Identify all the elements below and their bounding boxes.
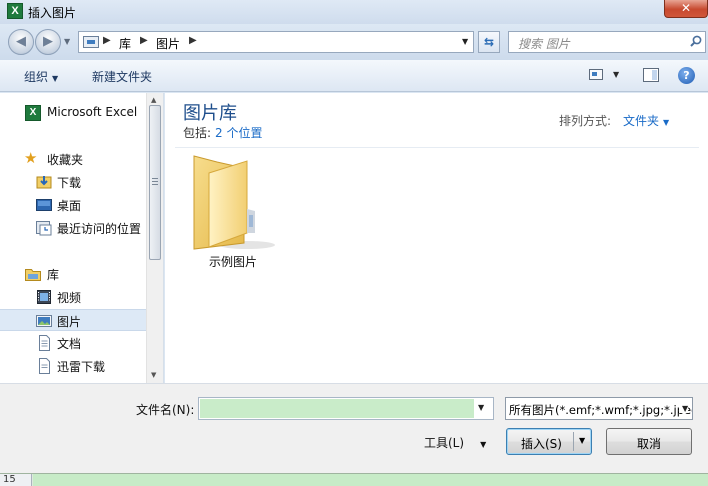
sidebar-item-pictures[interactable]: 图片 (0, 309, 146, 331)
chevron-down-icon: ▼ (52, 74, 59, 83)
download-icon (36, 176, 52, 189)
cancel-label: 取消 (636, 437, 661, 451)
address-bar[interactable]: ▶ 库 ▶ 图片 ▶ ▼ (78, 31, 474, 53)
sidebar-item-libraries[interactable]: 库 (0, 263, 146, 285)
folder-name: 示例图片 (208, 255, 257, 269)
refresh-button[interactable]: ⇆ (478, 31, 500, 53)
back-button[interactable]: ◀ (8, 29, 34, 55)
list-item[interactable]: 示例图片 (189, 153, 277, 271)
window-title: 插入图片 (28, 6, 77, 20)
arrange-by-label: 排列方式: (559, 114, 612, 128)
breadcrumb-pictures[interactable]: 图片 (156, 35, 180, 52)
filename-label: 文件名(N): (136, 403, 195, 417)
forward-button[interactable]: ▶ (35, 29, 61, 55)
sidebar-item-label: 库 (47, 268, 60, 282)
arrange-by-value: 文件夹 (623, 114, 660, 128)
change-view-icon[interactable] (589, 69, 603, 80)
row-header[interactable]: 15 (0, 474, 32, 486)
breadcrumb-libraries[interactable]: 库 (119, 35, 131, 52)
chevron-down-icon[interactable]: ▼ (679, 404, 689, 413)
spreadsheet-background: 15 (0, 473, 708, 486)
address-dropdown-icon[interactable]: ▼ (462, 37, 468, 46)
breadcrumb-separator-icon[interactable]: ▶ (140, 35, 148, 46)
command-bar: 组织 ▼ 新建文件夹 ▼ ? (0, 60, 708, 92)
sidebar-item-recent-places[interactable]: 最近访问的位置 (0, 217, 146, 239)
navigation-pane: X Microsoft Excel ★ 收藏夹 下载 桌面 最近访问的位置 库 … (0, 93, 164, 383)
sidebar-item-label: 迅雷下载 (57, 360, 106, 374)
sidebar-item-label: 图片 (57, 315, 82, 329)
search-input[interactable]: 搜索 图片 (508, 31, 706, 53)
excel-icon: X (7, 3, 23, 19)
sidebar-item-label: Microsoft Excel (47, 105, 138, 119)
file-list[interactable]: 图片库 包括: 2 个位置 排列方式: 文件夹 ▼ 示例图片 (165, 93, 708, 383)
sidebar-item-label: 桌面 (57, 199, 82, 213)
selected-row-cells[interactable] (33, 474, 708, 486)
video-icon (37, 290, 51, 304)
sidebar-item-downloads[interactable]: 下载 (0, 171, 146, 193)
tools-label: 工具(L) (424, 436, 465, 450)
divider (175, 147, 699, 148)
filename-value[interactable] (200, 399, 474, 418)
recent-places-icon (36, 221, 52, 236)
breadcrumb-separator-icon[interactable]: ▶ (189, 35, 197, 46)
filename-field[interactable]: ▼ (198, 397, 494, 420)
help-icon[interactable]: ? (678, 67, 695, 84)
recent-pages-dropdown[interactable]: ▼ (64, 37, 70, 46)
scrollbar-thumb[interactable] (149, 105, 161, 260)
chevron-down-icon[interactable]: ▼ (478, 403, 484, 412)
file-type-select[interactable]: 所有图片(*.emf;*.wmf;*.jpg;*.jpeg;*.jfif;*.p… (505, 397, 693, 420)
pictures-icon (36, 315, 52, 327)
chevron-down-icon: ▼ (480, 440, 487, 449)
tools-button[interactable]: 工具(L) ▼ (424, 434, 486, 451)
sidebar-item-documents[interactable]: 文档 (0, 332, 146, 354)
sidebar-item-videos[interactable]: 视频 (0, 286, 146, 308)
sidebar-item-label: 文档 (57, 337, 82, 351)
sidebar-item-xunlei-downloads[interactable]: 迅雷下载 (0, 355, 146, 377)
view-options-dropdown[interactable]: ▼ (613, 70, 619, 79)
page-title: 图片库 (183, 103, 237, 124)
search-icon[interactable] (690, 35, 702, 47)
preview-pane-icon[interactable] (643, 68, 659, 82)
cancel-button[interactable]: 取消 (606, 428, 692, 455)
close-button[interactable]: ✕ (664, 0, 708, 18)
sidebar-item-microsoft-excel[interactable]: X Microsoft Excel (0, 102, 146, 124)
libraries-icon (25, 269, 41, 281)
star-icon: ★ (24, 149, 38, 167)
navigation-scrollbar[interactable]: ▲ ▼ (146, 93, 163, 383)
address-row: ◀ ▶ ▼ ▶ 库 ▶ 图片 ▶ ▼ ⇆ 搜索 图片 (0, 24, 708, 60)
breadcrumb-separator-icon[interactable]: ▶ (103, 35, 111, 46)
xunlei-icon (39, 358, 50, 374)
split-divider (573, 432, 574, 451)
library-includes: 包括: 2 个位置 (183, 124, 263, 141)
new-folder-button[interactable]: 新建文件夹 (92, 68, 152, 85)
pictures-library-icon (83, 36, 99, 48)
folder-icon (193, 155, 275, 250)
arrange-by-dropdown[interactable]: 文件夹 ▼ (623, 112, 669, 129)
sidebar-item-label: 视频 (57, 291, 82, 305)
dialog-footer: 文件名(N): ▼ 所有图片(*.emf;*.wmf;*.jpg;*.jpeg;… (0, 383, 708, 473)
title-bar: X 插入图片 ✕ (0, 0, 708, 24)
insert-options-dropdown[interactable]: ▼ (579, 436, 585, 445)
documents-icon (39, 335, 50, 351)
sidebar-item-label: 最近访问的位置 (57, 222, 142, 236)
file-type-value: 所有图片(*.emf;*.wmf;*.jpg;*.jpeg;*.jfif;*.p… (509, 403, 692, 417)
insert-label: 插入(S) (521, 437, 562, 451)
organize-label: 组织 (24, 70, 49, 84)
insert-button[interactable]: 插入(S) ▼ (506, 428, 592, 455)
desktop-icon (36, 199, 52, 211)
grip-icon (152, 178, 158, 185)
search-placeholder: 搜索 图片 (518, 37, 570, 51)
sidebar-item-label: 收藏夹 (47, 153, 84, 167)
sidebar-item-label: 下载 (57, 176, 82, 190)
excel-icon: X (25, 105, 41, 121)
scroll-up-icon[interactable]: ▲ (151, 96, 156, 104)
chevron-down-icon: ▼ (663, 118, 670, 127)
scroll-down-icon[interactable]: ▼ (151, 371, 156, 379)
includes-label: 包括: (183, 126, 212, 140)
sidebar-item-favorites[interactable]: ★ 收藏夹 (0, 148, 146, 170)
sidebar-item-desktop[interactable]: 桌面 (0, 194, 146, 216)
locations-link[interactable]: 2 个位置 (215, 126, 262, 140)
organize-menu[interactable]: 组织 ▼ (24, 68, 58, 85)
